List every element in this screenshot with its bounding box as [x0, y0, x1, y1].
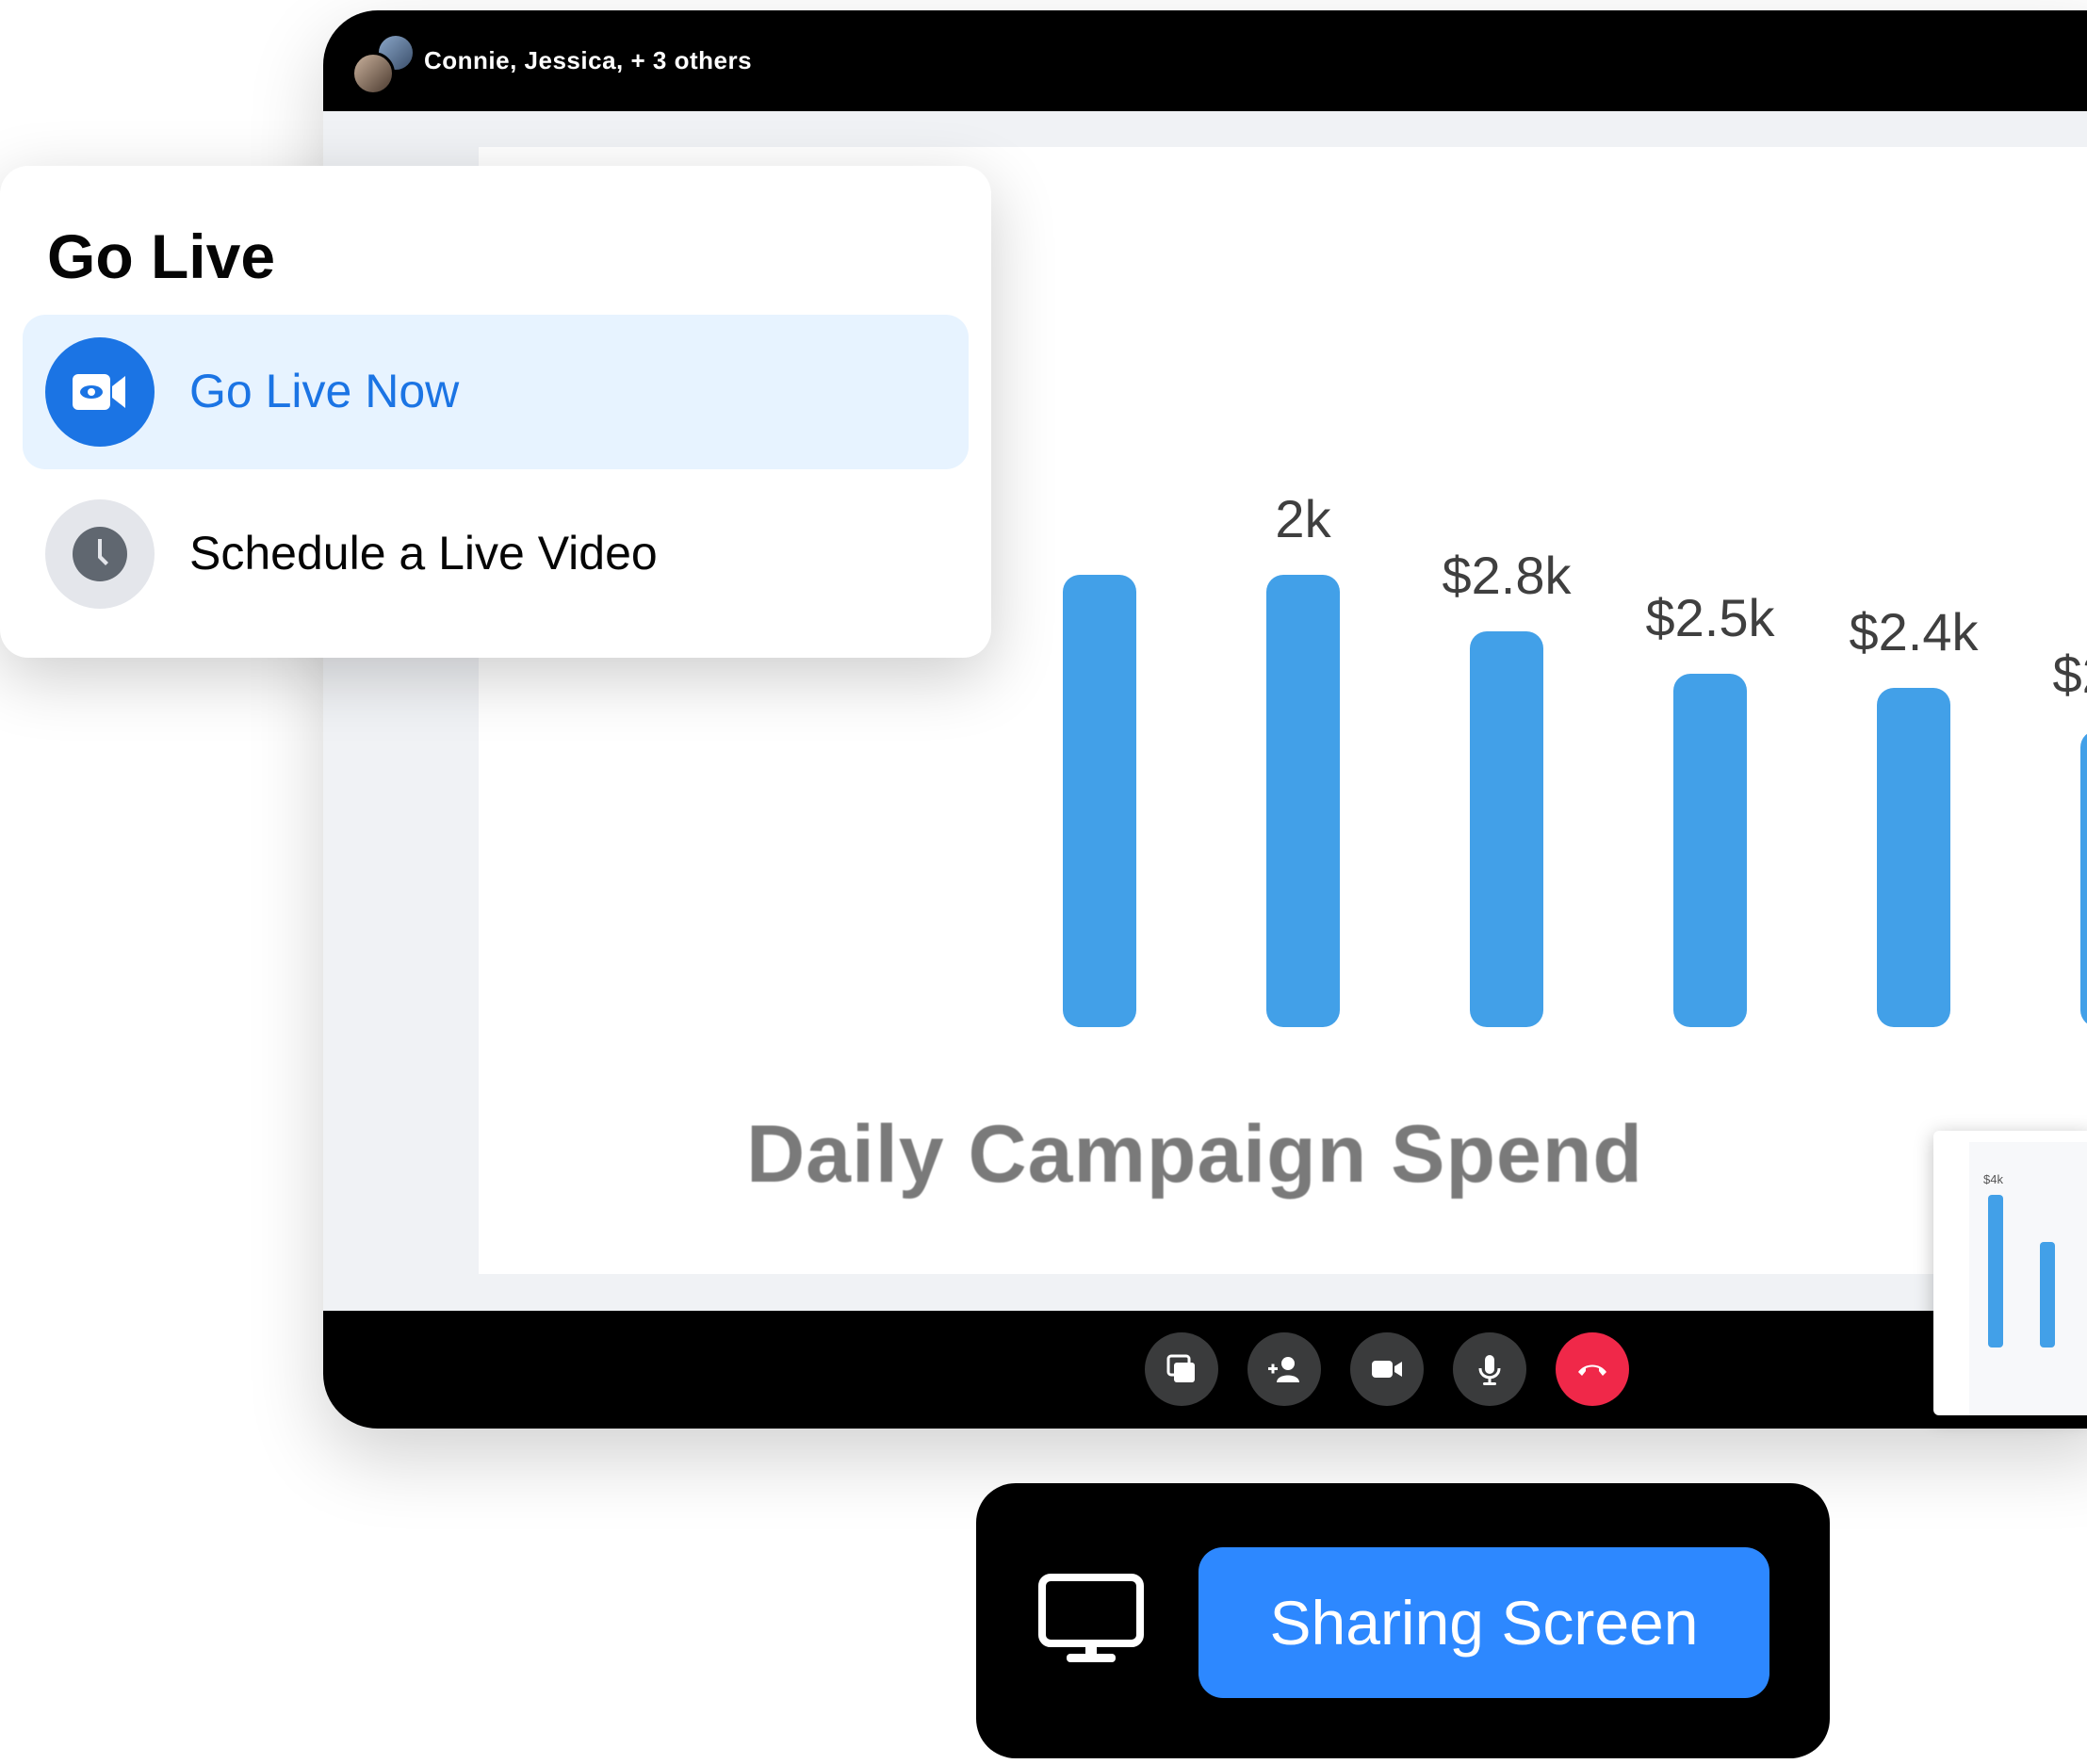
go-live-menu: Go Live Go Live Now Schedule a Live Vide…: [0, 166, 991, 658]
participant-avatars[interactable]: [351, 33, 417, 95]
call-title: Connie, Jessica, + 3 others: [424, 46, 753, 74]
schedule-icon-circle: [45, 499, 155, 609]
chart-bar: [1673, 674, 1747, 1027]
avatar: [351, 52, 395, 95]
video-camera-icon: [1372, 1361, 1402, 1378]
thumbnail-data-label: $4k: [1983, 1172, 2003, 1186]
call-controls-bar: [323, 1311, 2087, 1429]
camera-button[interactable]: [1350, 1332, 1424, 1406]
thumbnail-bar: [1988, 1195, 2003, 1348]
chart-data-label: $2.4k: [1850, 602, 1980, 662]
chart-data-label: $2.8k: [1443, 546, 1573, 605]
chart-bar: [2080, 733, 2087, 1024]
microphone-button[interactable]: [1453, 1332, 1526, 1406]
end-call-button[interactable]: [1556, 1332, 1629, 1406]
call-header: Connie, Jessica, + 3 others: [323, 10, 2087, 111]
clock-icon: [73, 527, 127, 581]
video-camera-icon: [73, 374, 125, 410]
chart-bar: [1470, 631, 1543, 1027]
go-live-now-icon-circle: [45, 337, 155, 447]
go-live-now-label: Go Live Now: [189, 365, 460, 417]
schedule-live-video-label: Schedule a Live Video: [189, 527, 658, 580]
chart-bar: [1266, 575, 1340, 1027]
chart-bar: [1063, 575, 1136, 1027]
chart-title: Daily Campaign Spend: [746, 1109, 1643, 1200]
chart-data-label: $2.1k: [2053, 645, 2087, 704]
add-person-icon: [1268, 1357, 1299, 1382]
thumbnail-bar: [2040, 1242, 2055, 1348]
sharing-screen-button[interactable]: Sharing Screen: [1198, 1547, 1769, 1698]
thumbnail-content: $4k: [1969, 1142, 2087, 1415]
chart-data-label: $2.5k: [1646, 588, 1776, 647]
schedule-live-video-option[interactable]: Schedule a Live Video: [23, 477, 969, 631]
monitor-icon: [1038, 1574, 1144, 1662]
sharing-screen-bar: Sharing Screen: [976, 1483, 1830, 1758]
chart-data-label: 2k: [1275, 489, 1331, 548]
go-live-now-option[interactable]: Go Live Now: [23, 315, 969, 469]
microphone-icon: [1478, 1355, 1501, 1385]
chart-bar: [1877, 688, 1950, 1027]
share-screen-icon: [1166, 1354, 1195, 1382]
share-screen-button[interactable]: [1145, 1332, 1218, 1406]
go-live-title: Go Live: [47, 221, 276, 291]
add-person-button[interactable]: [1247, 1332, 1321, 1406]
end-call-icon: [1578, 1364, 1606, 1376]
shared-screen-thumbnail[interactable]: $4k: [1933, 1131, 2087, 1415]
